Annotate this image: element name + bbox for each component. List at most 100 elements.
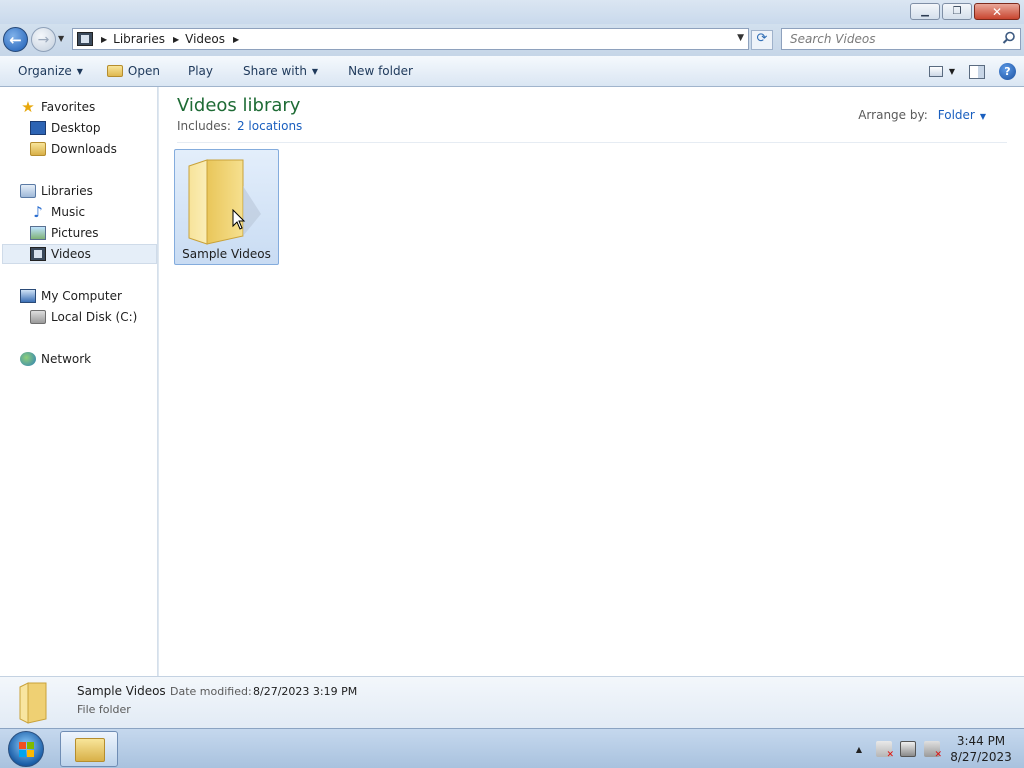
detail-item-type: File folder (77, 703, 131, 716)
detail-date-value: 8/27/2023 3:19 PM (253, 685, 358, 698)
title-bar: ▁ ❐ ✕ (0, 0, 1024, 24)
breadcrumb-libraries[interactable]: Libraries (113, 32, 165, 46)
breadcrumb-videos[interactable]: Videos (185, 32, 225, 46)
nav-label: Desktop (51, 121, 101, 135)
share-with-label: Share with (243, 64, 307, 78)
preview-pane-icon[interactable] (969, 64, 985, 79)
desktop-icon (30, 121, 46, 135)
open-label: Open (127, 64, 160, 78)
start-button[interactable] (8, 731, 44, 767)
taskbar-explorer-button[interactable] (60, 731, 118, 767)
address-dropdown[interactable]: ▼ (737, 33, 744, 43)
content-pane[interactable]: Videos library Includes: 2 locations Arra… (159, 87, 1024, 676)
nav-local-disk[interactable]: Local Disk (C:) (30, 307, 137, 327)
folder-icon (19, 682, 47, 724)
address-row: ← → ▼ ▶ Libraries ▶ Videos ▶ ▼ ⟳ (0, 24, 1024, 56)
back-arrow-icon: ← (9, 30, 22, 49)
clock-date: 8/27/2023 (950, 750, 1012, 764)
address-bar[interactable]: ▶ Libraries ▶ Videos ▶ ▼ (72, 28, 749, 50)
new-folder-label: New folder (348, 64, 413, 78)
library-title: Videos library (177, 95, 301, 116)
nav-label: Local Disk (C:) (51, 310, 138, 324)
navigation-pane: ★ Favorites Desktop Downloads Libraries ♪… (0, 87, 158, 676)
mouse-cursor-icon (232, 209, 246, 230)
taskbar: ▲ 3:44 PM 8/27/2023 (0, 728, 1024, 768)
nav-label: Videos (51, 247, 91, 261)
nav-label: Music (51, 205, 86, 219)
organize-label: Organize (18, 64, 72, 78)
locations-link[interactable]: 2 locations (237, 119, 302, 133)
chevron-down-icon[interactable]: ▼ (949, 67, 955, 76)
minimize-button[interactable]: ▁ (910, 3, 940, 20)
includes-label: Includes: (177, 119, 231, 133)
nav-network[interactable]: Network (20, 349, 91, 369)
action-center-flag-icon[interactable] (876, 741, 894, 760)
change-view-icon[interactable] (928, 66, 943, 77)
chevron-down-icon: ▼ (311, 66, 319, 76)
computer-icon (20, 289, 36, 303)
window-controls: ▁ ❐ ✕ (910, 3, 1020, 20)
nav-label: Downloads (51, 142, 117, 156)
open-folder-icon (106, 65, 123, 77)
magnifier-icon[interactable] (1002, 31, 1016, 45)
nav-favorites[interactable]: ★ Favorites (20, 97, 95, 117)
folder-icon (188, 159, 261, 245)
nav-label: Pictures (51, 226, 99, 240)
show-hidden-icons-icon[interactable]: ▲ (856, 745, 862, 754)
nav-pictures[interactable]: Pictures (30, 223, 99, 243)
close-button[interactable]: ✕ (974, 3, 1020, 20)
view-controls: ▼ ? (928, 56, 1016, 87)
nav-libraries[interactable]: Libraries (20, 181, 93, 201)
detail-item-name: Sample Videos (77, 684, 166, 698)
forward-button[interactable]: → (31, 27, 56, 52)
command-bar: Organize ▼ Open Play Share with ▼ New fold… (0, 56, 1024, 87)
arrange-by-dropdown[interactable]: Folder (938, 108, 975, 122)
explorer-folder-icon (75, 738, 105, 762)
search-input[interactable] (782, 29, 992, 49)
nav-desktop[interactable]: Desktop (30, 118, 101, 138)
folder-item-sample-videos[interactable]: Sample Videos (174, 149, 279, 265)
help-icon[interactable]: ? (999, 63, 1016, 80)
refresh-button[interactable]: ⟳ (751, 30, 773, 50)
nav-label: Favorites (41, 100, 96, 114)
network-globe-icon (20, 352, 36, 366)
share-with-button[interactable]: Share with ▼ (235, 56, 326, 87)
clock[interactable]: 3:44 PM 8/27/2023 (948, 733, 1014, 765)
search-box[interactable] (781, 28, 1021, 50)
downloads-folder-icon (30, 142, 46, 156)
videos-library-icon (77, 32, 93, 46)
back-button[interactable]: ← (3, 27, 28, 52)
chevron-down-icon: ▼ (76, 66, 83, 76)
pictures-icon (30, 226, 46, 240)
nav-videos[interactable]: Videos (2, 244, 157, 264)
breadcrumb-separator[interactable]: ▶ (233, 35, 239, 44)
breadcrumb-separator[interactable]: ▶ (101, 35, 107, 44)
film-strip-icon (30, 247, 46, 261)
arrange-label: Arrange by: (858, 108, 928, 122)
chevron-down-icon[interactable]: ▼ (980, 112, 986, 121)
nav-my-computer[interactable]: My Computer (20, 286, 122, 306)
nav-label: Network (41, 352, 92, 366)
organize-button[interactable]: Organize ▼ (10, 56, 91, 87)
volume-muted-icon[interactable] (924, 741, 942, 760)
maximize-button[interactable]: ❐ (942, 3, 972, 20)
system-tray: ▲ 3:44 PM 8/27/2023 (856, 729, 1024, 768)
star-icon: ★ (21, 98, 35, 116)
new-folder-button[interactable]: New folder (340, 56, 421, 87)
header-divider (177, 142, 1007, 143)
play-label: Play (187, 64, 214, 78)
open-button[interactable]: Open (99, 56, 168, 87)
details-pane: Sample Videos Date modified: 8/27/2023 3… (0, 676, 1024, 728)
music-note-icon: ♪ (33, 203, 43, 221)
folder-name: Sample Videos (182, 247, 271, 261)
forward-arrow-icon: → (37, 31, 50, 48)
nav-downloads[interactable]: Downloads (30, 139, 117, 159)
breadcrumb-separator[interactable]: ▶ (173, 35, 179, 44)
recent-pages-dropdown[interactable]: ▼ (58, 34, 64, 43)
nav-label: Libraries (41, 184, 93, 198)
nav-music[interactable]: ♪ Music (30, 202, 85, 222)
detail-date-label: Date modified: (170, 685, 252, 698)
network-status-icon[interactable] (900, 741, 916, 757)
play-button[interactable]: Play (180, 56, 221, 87)
hard-disk-icon (30, 310, 46, 324)
